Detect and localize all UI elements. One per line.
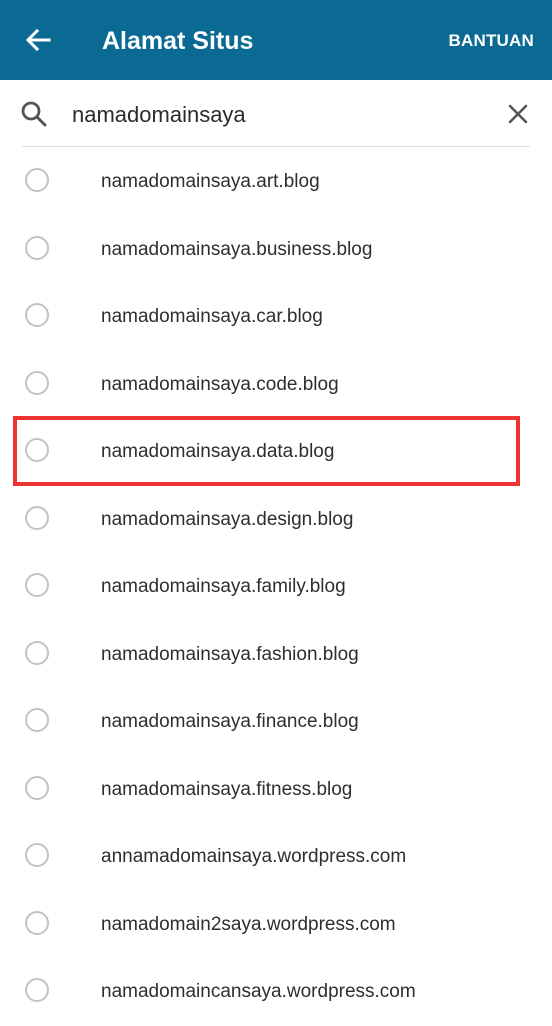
search-bar <box>0 80 552 148</box>
domain-option[interactable]: namadomainsaya.fashion.blog <box>0 621 552 689</box>
radio-button[interactable] <box>25 708 49 732</box>
page-title: Alamat Situs <box>102 27 254 55</box>
domain-option[interactable]: namadomainsaya.family.blog <box>0 553 552 621</box>
back-button[interactable] <box>18 22 58 58</box>
radio-button[interactable] <box>25 910 49 935</box>
domain-label: namadomain2saya.wordpress.com <box>101 913 396 935</box>
domain-label: namadomainsaya.family.blog <box>101 576 346 597</box>
domain-label: namadomainsaya.art.blog <box>101 171 320 192</box>
search-divider <box>22 146 530 147</box>
search-icon <box>21 101 47 127</box>
radio-button[interactable] <box>25 235 49 260</box>
domain-label: namadomainsaya.data.blog <box>101 441 335 462</box>
app-bar: Alamat Situs BANTUAN <box>0 0 552 80</box>
help-button[interactable]: BANTUAN <box>449 30 534 52</box>
close-icon <box>508 104 528 124</box>
domain-label: annamadomainsaya.wordpress.com <box>101 846 407 867</box>
domain-list: namadomainsaya.art.blog namadomainsaya.b… <box>0 148 552 1026</box>
radio-button[interactable] <box>25 775 49 800</box>
domain-option[interactable]: namadomainsaya.art.blog <box>0 148 552 216</box>
domain-option[interactable]: namadomainsaya.business.blog <box>0 216 552 284</box>
radio-button[interactable] <box>25 843 49 867</box>
domain-option[interactable]: namadomainsaya.code.blog <box>0 351 552 419</box>
domain-label: namadomainsaya.fitness.blog <box>101 778 353 800</box>
domain-option[interactable]: namadomainsaya.fitness.blog <box>0 756 552 824</box>
domain-option[interactable]: namadomaincansaya.wordpress.com <box>0 958 552 1026</box>
domain-option[interactable]: annamadomainsaya.wordpress.com <box>0 823 552 891</box>
radio-button[interactable] <box>25 978 49 1002</box>
domain-label: namadomaincansaya.wordpress.com <box>101 981 416 1002</box>
search-input[interactable] <box>72 98 472 132</box>
radio-button[interactable] <box>25 438 49 462</box>
domain-label: namadomainsaya.business.blog <box>101 238 373 260</box>
radio-button[interactable] <box>25 505 49 530</box>
domain-label: namadomainsaya.fashion.blog <box>101 643 359 665</box>
domain-label: namadomainsaya.car.blog <box>101 306 323 327</box>
radio-button[interactable] <box>25 370 49 395</box>
domain-option[interactable]: namadomainsaya.car.blog <box>0 283 552 351</box>
radio-button[interactable] <box>25 303 49 327</box>
domain-label: namadomainsaya.code.blog <box>101 373 339 395</box>
arrow-left-icon <box>25 28 51 52</box>
domain-label: namadomainsaya.finance.blog <box>101 711 359 732</box>
domain-option[interactable]: namadomainsaya.finance.blog <box>0 688 552 756</box>
domain-option[interactable]: namadomain2saya.wordpress.com <box>0 891 552 959</box>
radio-button[interactable] <box>25 168 49 192</box>
domain-option[interactable]: namadomainsaya.design.blog <box>0 486 552 554</box>
clear-search-button[interactable] <box>502 98 534 130</box>
radio-button[interactable] <box>25 573 49 597</box>
domain-option-highlighted[interactable]: namadomainsaya.data.blog <box>0 418 552 486</box>
radio-button[interactable] <box>25 640 49 665</box>
domain-label: namadomainsaya.design.blog <box>101 508 354 530</box>
